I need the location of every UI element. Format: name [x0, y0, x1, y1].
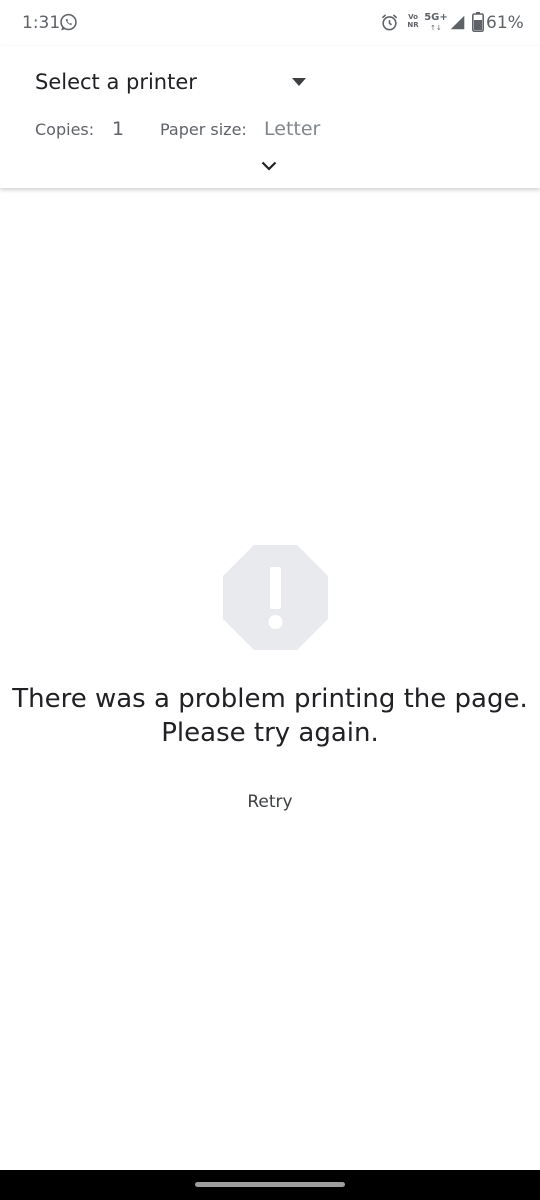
whatsapp-icon [60, 13, 77, 31]
dropdown-arrow-icon [292, 78, 306, 86]
home-gesture-handle[interactable] [195, 1182, 345, 1187]
network-badge: 5G+ ↑↓ [424, 12, 448, 34]
expand-options-button[interactable] [252, 150, 286, 184]
navigation-bar [0, 1170, 540, 1200]
retry-button[interactable]: Retry [230, 782, 310, 822]
status-time: 1:31 [22, 13, 61, 33]
alarm-icon [381, 14, 398, 31]
volte-badge: Vo NR [404, 13, 422, 33]
printer-select-label: Select a printer [35, 70, 197, 94]
signal-icon [450, 15, 465, 30]
paper-size-select[interactable]: Letter [264, 118, 320, 140]
battery-percent: 61% [486, 13, 524, 33]
printer-select-dropdown[interactable]: Select a printer [0, 60, 540, 106]
nr-label: NR [407, 21, 419, 29]
network-type: 5G+ [424, 12, 448, 23]
network-activity-arrows: ↑↓ [430, 24, 442, 32]
error-message: There was a problem printing the page. P… [0, 682, 540, 750]
chevron-down-icon [261, 161, 277, 171]
battery-icon [472, 12, 484, 32]
status-bar: 1:31 Vo NR 5G+ ↑↓ 61% [0, 0, 540, 46]
print-options-panel: Select a printer Copies: 1 Paper size: L… [0, 46, 540, 188]
error-message-line1: There was a problem printing the page. [12, 684, 528, 714]
volte-label: Vo [408, 13, 418, 21]
copies-input[interactable]: 1 [112, 118, 132, 140]
error-octagon-icon [223, 545, 328, 650]
copies-label: Copies: [35, 120, 95, 139]
error-message-line2: Please try again. [161, 718, 379, 748]
paper-size-label: Paper size: [160, 120, 247, 139]
